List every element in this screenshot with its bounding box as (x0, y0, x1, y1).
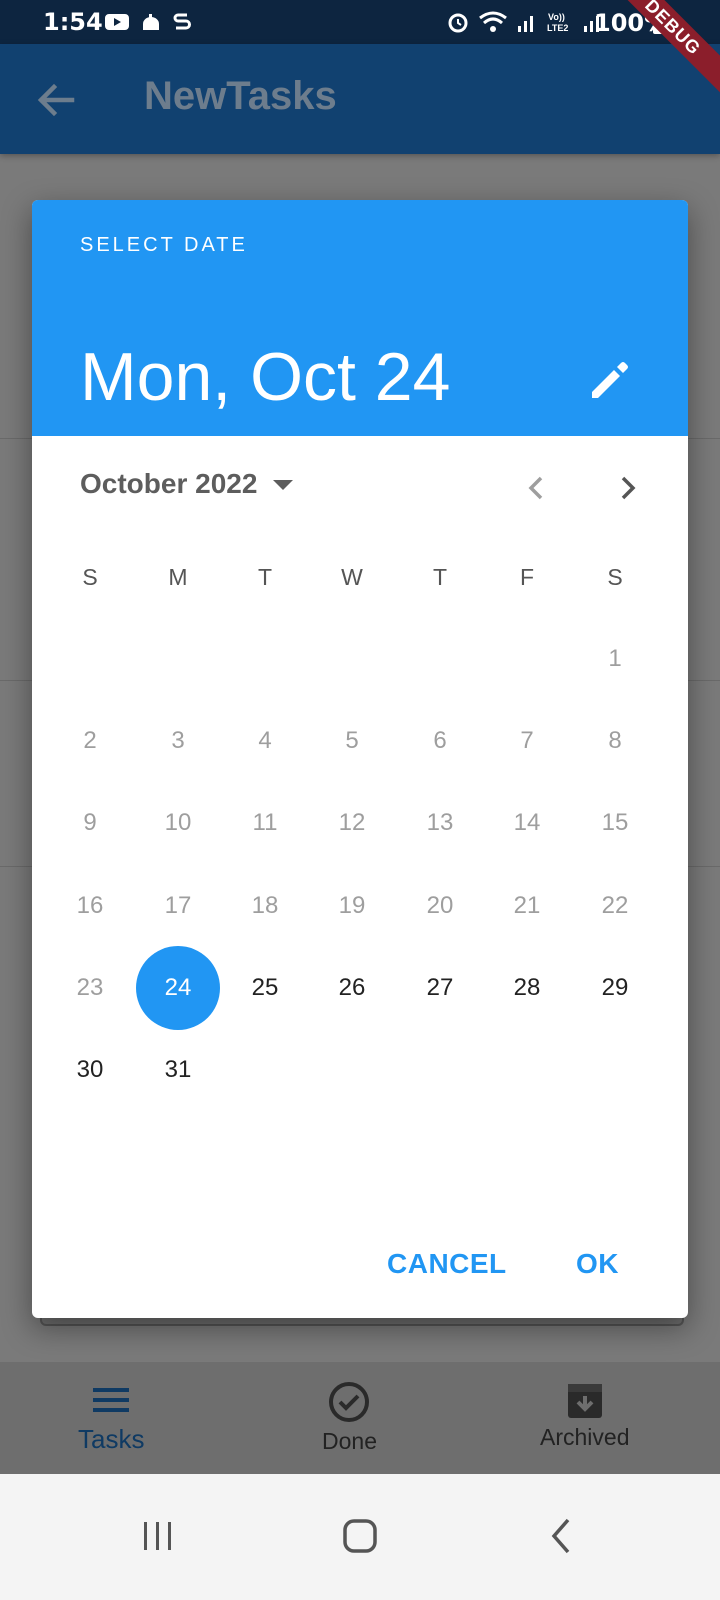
calendar-day[interactable]: 28 (485, 946, 569, 1030)
calendar-day: 12 (338, 809, 366, 836)
calendar-day: 2 (83, 727, 97, 754)
calendar-day: 15 (601, 809, 629, 836)
calendar-day: 8 (608, 727, 622, 754)
alarm-icon (448, 13, 468, 33)
weekday-label: T (257, 564, 273, 590)
app-s-icon (173, 13, 191, 30)
calendar-day: 13 (426, 809, 454, 836)
svg-text:Vo)): Vo)) (548, 12, 565, 22)
mosque-icon (143, 14, 159, 30)
system-status-icons: Vo)) LTE2 (446, 10, 604, 34)
status-bar: 1:54 Vo)) LTE2 100% (0, 0, 720, 44)
calendar-day: 23 (76, 974, 104, 1001)
back-arrow-icon[interactable] (34, 78, 78, 122)
calendar-day: 3 (171, 727, 185, 754)
nav-archived[interactable]: Archived (540, 1380, 629, 1451)
app-bar: NewTasks (0, 44, 720, 154)
calendar-day: 19 (338, 892, 366, 919)
month-year-label: October 2022 (80, 468, 258, 499)
ok-button[interactable]: OK (576, 1248, 619, 1280)
bottom-navigation: Tasks Done Archived (0, 1362, 720, 1474)
archive-icon (567, 1384, 602, 1418)
system-back-icon[interactable] (532, 1506, 592, 1566)
calendar-day[interactable]: 27 (398, 946, 482, 1030)
next-month-icon[interactable] (608, 468, 648, 508)
calendar-day[interactable]: 29 (573, 946, 657, 1030)
weekday-label: S (82, 564, 98, 590)
month-year-selector[interactable]: October 2022 (80, 468, 297, 500)
calendar-day[interactable]: 26 (310, 946, 394, 1030)
calendar-day: 20 (426, 892, 454, 919)
selected-date-display: Mon, Oct 24 (80, 339, 451, 415)
wifi-icon (479, 11, 507, 32)
weekday-label: T (432, 564, 448, 590)
calendar-day: 18 (251, 892, 279, 919)
date-picker-dialog: SELECT DATE Mon, Oct 24 October 2022 S M T… (32, 200, 688, 1318)
menu-icon (93, 1388, 130, 1412)
select-date-label: SELECT DATE (80, 234, 248, 256)
calendar-day: 17 (164, 892, 192, 919)
recent-apps-icon[interactable] (128, 1506, 188, 1566)
home-icon[interactable] (330, 1506, 390, 1566)
calendar-day: 7 (520, 727, 534, 754)
check-circle-icon (329, 1382, 370, 1422)
nav-tasks[interactable]: Tasks (78, 1380, 144, 1455)
volte-lte2-icon: Vo))LTE2 (547, 12, 568, 33)
weekday-label: F (519, 564, 535, 590)
calendar-day: 5 (345, 727, 359, 754)
calendar-day: 4 (258, 727, 272, 754)
notification-icons (104, 11, 192, 33)
nav-archived-label: Archived (540, 1424, 630, 1450)
app-title: NewTasks (144, 74, 337, 118)
calendar-day: 21 (513, 892, 541, 919)
calendar-day-selected[interactable]: 24 (136, 946, 220, 1030)
calendar-day[interactable]: 30 (48, 1028, 132, 1112)
calendar-day: 10 (164, 809, 192, 836)
nav-done[interactable]: Done (322, 1380, 377, 1455)
calendar-day[interactable]: 31 (136, 1028, 220, 1112)
calendar-day: 16 (76, 892, 104, 919)
nav-tasks-label: Tasks (78, 1424, 145, 1454)
dropdown-arrow-icon (273, 480, 294, 490)
previous-month-icon[interactable] (516, 468, 556, 508)
nav-done-label: Done (322, 1428, 377, 1454)
calendar-day: 9 (83, 809, 97, 836)
weekday-label: W (341, 564, 363, 590)
calendar-day: 22 (601, 892, 629, 919)
calendar-day: 14 (513, 809, 541, 836)
date-picker-header: SELECT DATE Mon, Oct 24 (32, 200, 688, 436)
svg-text:LTE2: LTE2 (547, 23, 568, 33)
calendar-day[interactable]: 25 (223, 946, 307, 1030)
weekday-label: S (607, 564, 623, 590)
edit-pencil-icon[interactable] (586, 356, 634, 404)
status-time: 1:54 (43, 8, 103, 36)
calendar-day: 1 (608, 645, 622, 672)
system-navigation-bar (0, 1474, 720, 1600)
calendar-day: 6 (433, 727, 447, 754)
calendar-day: 11 (252, 809, 278, 836)
signal-icon (518, 16, 533, 32)
cancel-button[interactable]: CANCEL (387, 1248, 507, 1280)
weekday-label: M (168, 564, 188, 590)
youtube-icon (105, 14, 129, 30)
